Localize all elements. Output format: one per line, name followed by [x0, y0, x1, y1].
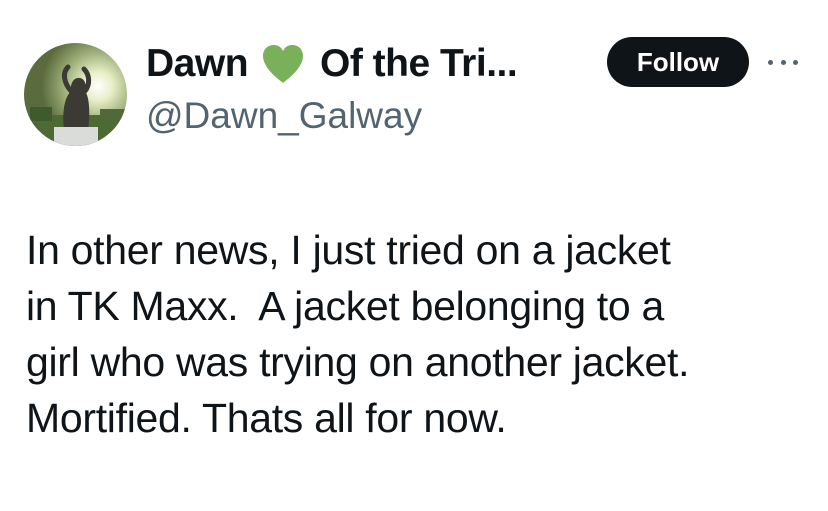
tweet-line: girl who was trying on another jacket. [26, 339, 690, 385]
tweet-line: in TK Maxx. A jacket belonging to a [26, 283, 664, 329]
more-dot [768, 59, 773, 65]
author-name-row: Dawn Of the Tri... [146, 38, 518, 90]
author-handle[interactable]: @Dawn_Galway [146, 95, 422, 137]
tweet-line: In other news, I just tried on a jacket [26, 227, 671, 273]
avatar-image [24, 43, 127, 146]
display-name-part2[interactable]: Of the Tri... [320, 42, 518, 86]
tweet-text: In other news, I just tried on a jacket … [26, 222, 816, 446]
more-dot [780, 59, 786, 65]
follow-button[interactable]: Follow [607, 37, 749, 87]
profile-avatar[interactable] [24, 43, 127, 146]
more-dot [793, 59, 798, 65]
more-options-icon[interactable] [768, 52, 798, 72]
green-heart-icon [260, 43, 306, 85]
display-name-part1[interactable]: Dawn [146, 42, 249, 86]
tweet-line: Mortified. Thats all for now. [26, 395, 507, 441]
